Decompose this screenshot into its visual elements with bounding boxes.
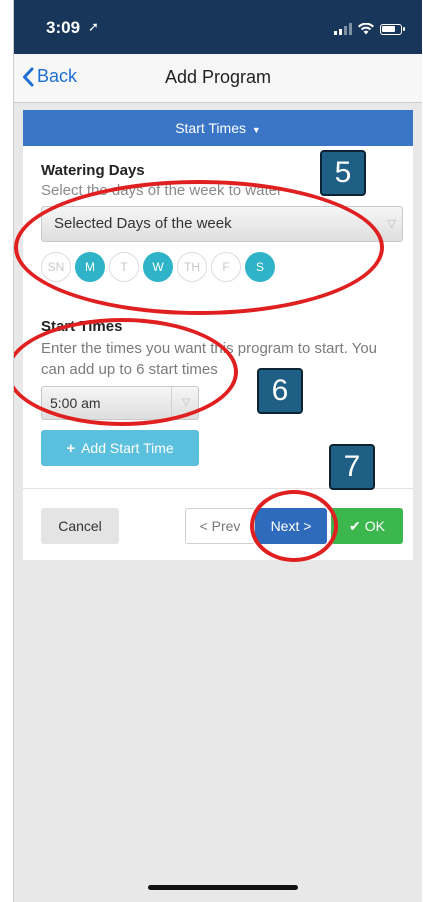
annotation-ellipse-next	[250, 490, 338, 562]
annotation-ellipse-days	[14, 180, 384, 315]
phone-screen: 3:09 ➚ Back Add Program Start Times ▼ Wa…	[14, 0, 422, 902]
page-title: Add Program	[164, 67, 272, 87]
add-start-time-label: Add Start Time	[81, 440, 174, 456]
prev-button[interactable]: < Prev	[185, 508, 255, 544]
ok-button[interactable]: ✔ OK	[331, 508, 403, 544]
section-title: Start Times	[175, 120, 246, 136]
annotation-badge-5: 5	[320, 150, 366, 196]
annotation-ellipse-times	[14, 318, 238, 426]
caret-down-icon: ▼	[251, 125, 261, 135]
annotation-badge-6: 6	[257, 368, 303, 414]
navigation-bar: Back Add Program	[14, 54, 422, 103]
status-time: 3:09	[46, 18, 81, 37]
plus-icon: +	[66, 439, 76, 457]
wifi-icon	[358, 23, 374, 35]
select-arrow-icon: ▽	[387, 218, 396, 230]
signal-icon	[334, 23, 352, 35]
cancel-button[interactable]: Cancel	[41, 508, 119, 544]
add-start-time-button[interactable]: + Add Start Time	[41, 430, 199, 466]
location-arrow-icon: ➚	[88, 19, 99, 34]
watering-days-title: Watering Days	[41, 162, 145, 179]
status-bar: 3:09 ➚	[14, 0, 422, 54]
ok-label: OK	[364, 518, 385, 534]
battery-icon	[380, 24, 405, 35]
annotation-badge-7: 7	[329, 444, 375, 490]
status-icons	[334, 21, 405, 35]
check-icon: ✔	[349, 517, 361, 534]
home-indicator	[148, 885, 298, 890]
section-dropdown[interactable]: Start Times ▼	[23, 110, 413, 146]
